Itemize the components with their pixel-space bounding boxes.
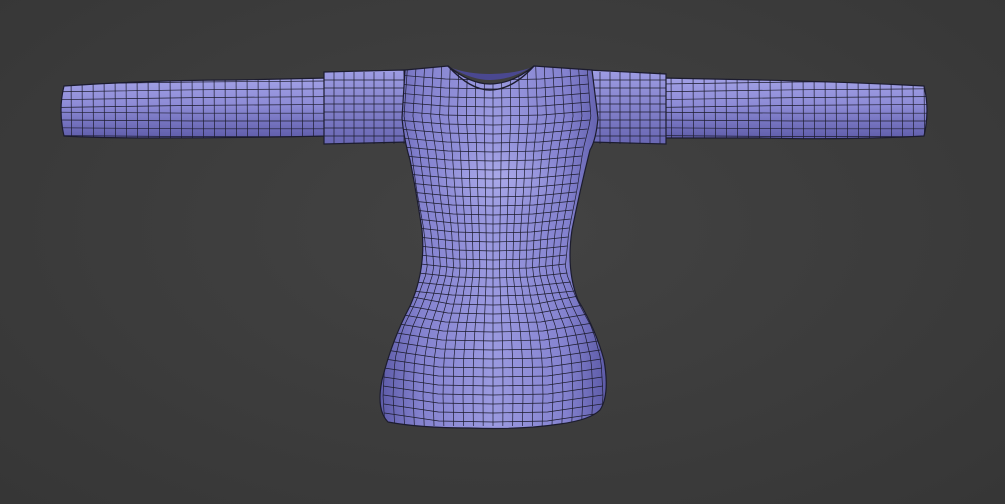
right-shoulder-cuff[interactable] bbox=[587, 69, 667, 145]
left-sleeve[interactable] bbox=[60, 70, 330, 145]
3d-viewport[interactable] bbox=[0, 0, 1005, 504]
viewport-canvas[interactable] bbox=[0, 0, 1005, 504]
torso-mesh[interactable] bbox=[379, 65, 607, 430]
right-sleeve[interactable] bbox=[660, 70, 930, 145]
left-shoulder-cuff[interactable] bbox=[323, 69, 409, 145]
